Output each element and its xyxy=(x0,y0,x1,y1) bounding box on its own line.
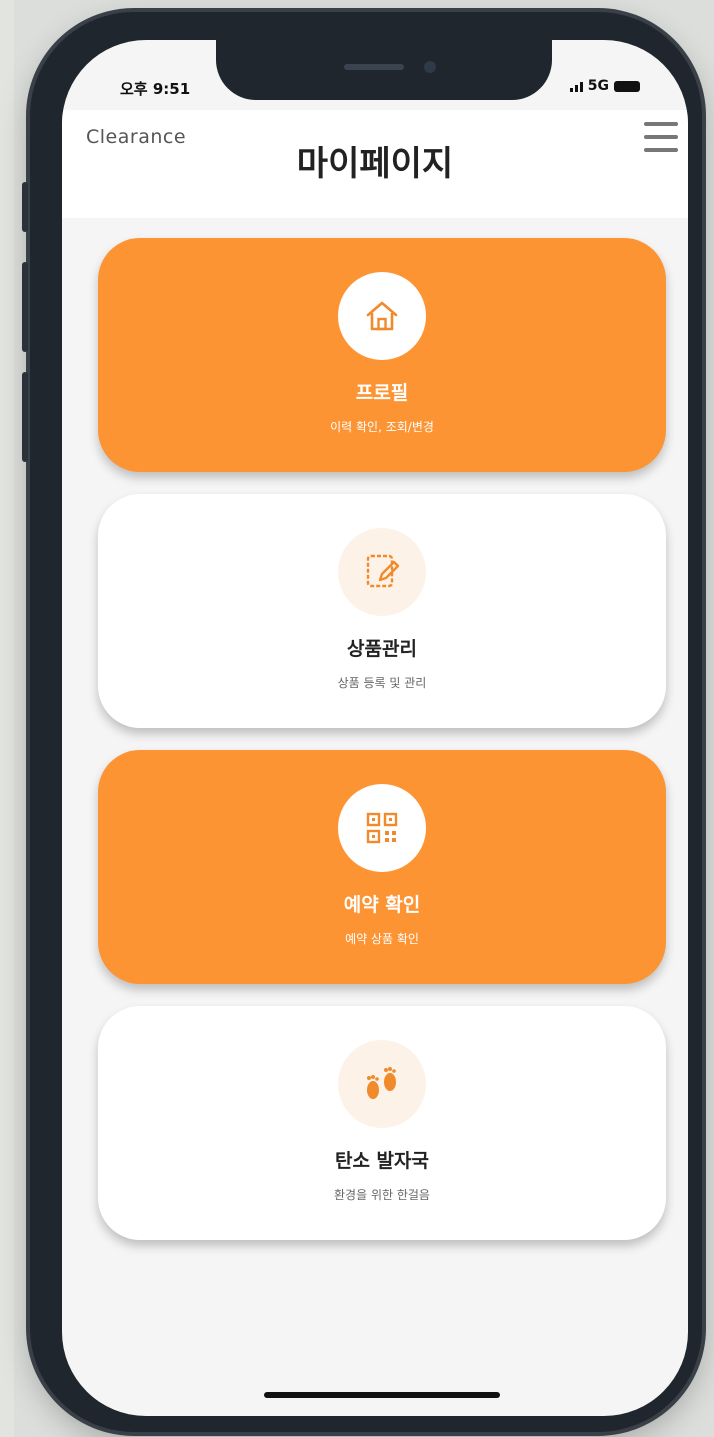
card-subtitle: 상품 등록 및 관리 xyxy=(337,676,427,690)
reservation-check-card[interactable]: 예약 확인 예약 상품 확인 xyxy=(98,750,666,984)
carbon-footprint-card[interactable]: 탄소 발자국 환경을 위한 한걸음 xyxy=(98,1006,666,1240)
app-header: Clearance 마이페이지 xyxy=(62,110,688,218)
page-title: 마이페이지 xyxy=(296,144,454,184)
card-subtitle: 환경을 위한 한걸음 xyxy=(334,1188,430,1202)
network-label: 5G xyxy=(587,78,609,94)
status-time: 오후 9:51 xyxy=(120,80,191,98)
profile-card[interactable]: 프로필 이력 확인, 조회/변경 xyxy=(98,238,666,472)
card-title: 예약 확인 xyxy=(343,894,421,916)
status-indicators: 5G xyxy=(569,78,640,94)
volume-down-button xyxy=(22,372,28,462)
card-title: 탄소 발자국 xyxy=(334,1150,429,1172)
status-bar: 오후 9:51 5G xyxy=(62,40,688,110)
mute-switch xyxy=(22,182,28,232)
footprints-icon xyxy=(338,1040,426,1128)
home-icon xyxy=(338,272,426,360)
home-indicator[interactable] xyxy=(264,1392,500,1398)
hamburger-menu-icon[interactable] xyxy=(644,122,678,152)
product-management-card[interactable]: 상품관리 상품 등록 및 관리 xyxy=(98,494,666,728)
card-title: 프로필 xyxy=(355,382,409,404)
phone-screen: 오후 9:51 5G Clearance 마이페이지 프로필 이력 확인, 조회… xyxy=(62,40,688,1416)
card-subtitle: 예약 상품 확인 xyxy=(345,932,419,946)
signal-bars-icon xyxy=(569,80,583,92)
edit-document-icon xyxy=(338,528,426,616)
volume-up-button xyxy=(22,262,28,352)
card-subtitle: 이력 확인, 조회/변경 xyxy=(330,420,434,434)
card-title: 상품관리 xyxy=(347,638,417,660)
battery-icon xyxy=(614,80,640,92)
qr-code-icon xyxy=(338,784,426,872)
